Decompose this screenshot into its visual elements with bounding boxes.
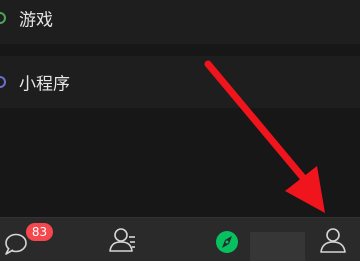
wechat-discover-screen: 游戏 小程序 83 (0, 0, 360, 261)
mini-program-icon (0, 76, 6, 88)
compass-icon (216, 231, 238, 253)
menu-item-games[interactable]: 游戏 (0, 0, 360, 44)
menu-item-label: 游戏 (19, 10, 53, 31)
contacts-icon (109, 228, 135, 252)
unread-badge: 83 (26, 223, 53, 241)
tab-chats[interactable]: 83 (0, 218, 53, 261)
tab-contacts[interactable] (101, 218, 151, 261)
bottom-tab-bar: 83 (0, 217, 360, 261)
tab-me[interactable] (309, 218, 359, 261)
person-icon (320, 228, 346, 253)
menu-item-label: 小程序 (19, 74, 70, 95)
games-icon (0, 12, 6, 24)
menu-item-mini-programs[interactable]: 小程序 (0, 56, 360, 108)
tab-discover[interactable] (203, 218, 253, 261)
blurred-area (250, 232, 305, 261)
